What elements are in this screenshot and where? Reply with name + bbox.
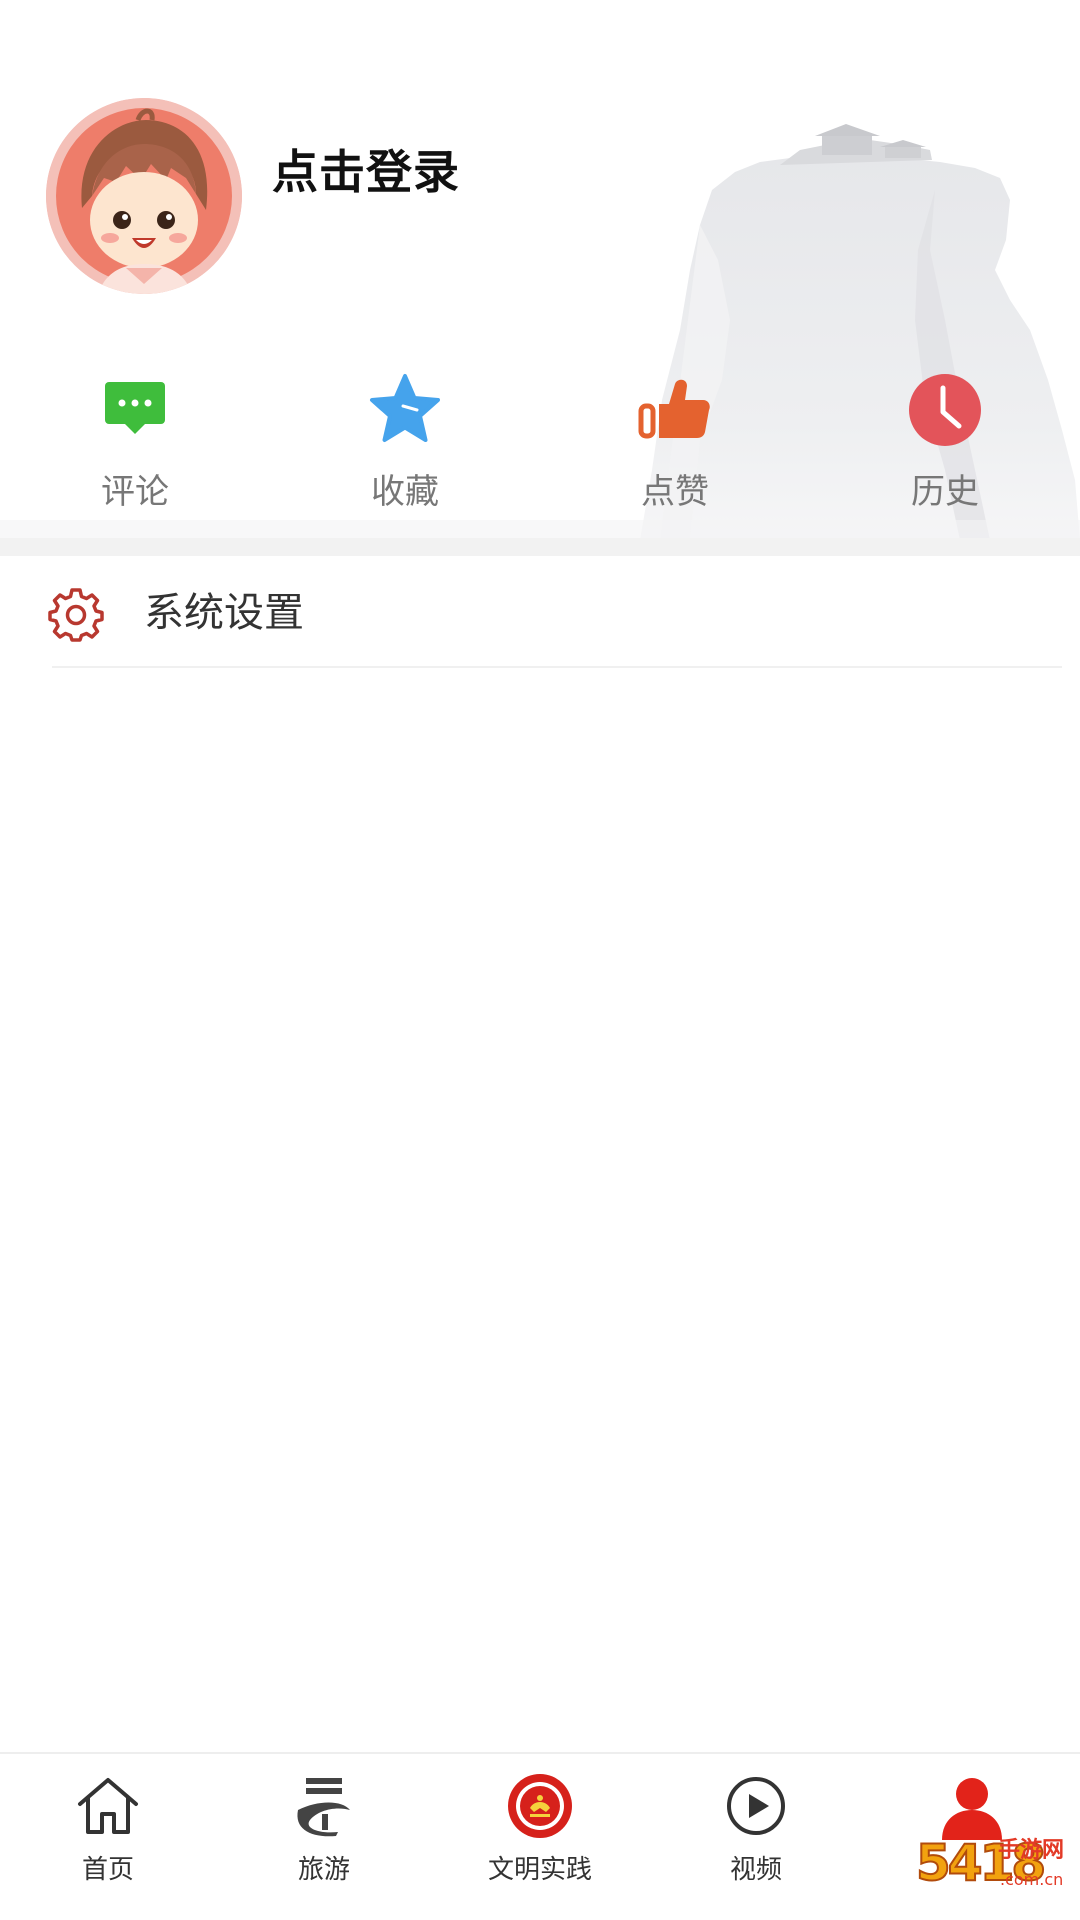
login-prompt[interactable]: 点击登录 — [272, 140, 460, 204]
system-settings-row[interactable]: 系统设置 — [0, 556, 1080, 668]
quick-actions: 评论 收藏 点赞 历史 — [0, 370, 1080, 520]
tab-video[interactable]: 视频 — [648, 1754, 864, 1920]
tab-travel[interactable]: 旅游 — [216, 1754, 432, 1920]
watermark-text: 手游网 — [998, 1838, 1065, 1863]
quick-action-label: 点赞 — [641, 472, 709, 512]
row-divider — [52, 666, 1062, 668]
quick-action-label: 历史 — [911, 472, 979, 512]
tab-label: 文明实践 — [487, 1855, 592, 1885]
site-watermark-logo: 5418 手游网 .com.cn — [912, 1832, 1072, 1904]
quick-action-comments[interactable]: 评论 — [0, 370, 270, 520]
tab-home[interactable]: 首页 — [0, 1754, 216, 1920]
tab-label: 视频 — [729, 1855, 782, 1885]
avatar[interactable] — [46, 98, 242, 294]
quick-action-likes[interactable]: 点赞 — [540, 370, 810, 520]
civilization-badge-icon — [508, 1774, 572, 1838]
comment-icon — [105, 382, 165, 434]
travel-icon — [297, 1778, 350, 1837]
profile-header: 点击登录 评论 收藏 点赞 历史 — [0, 0, 1080, 540]
quick-action-label: 收藏 — [371, 472, 439, 512]
star-icon — [370, 374, 440, 442]
play-icon — [727, 1777, 785, 1835]
gear-icon — [48, 588, 104, 642]
avatar-illustration-icon — [46, 98, 242, 294]
clock-icon — [909, 374, 981, 446]
quick-action-label: 评论 — [101, 472, 169, 512]
quick-action-history[interactable]: 历史 — [810, 370, 1080, 520]
tab-label: 首页 — [81, 1855, 134, 1885]
section-divider — [0, 538, 1080, 556]
watermark-domain: .com.cn — [1000, 1870, 1064, 1889]
home-icon — [78, 1778, 138, 1834]
settings-label: 系统设置 — [144, 590, 304, 636]
tab-label: 旅游 — [297, 1855, 350, 1885]
profile-page: 点击登录 评论 收藏 点赞 历史 系统设置 首页 旅游 文明实践 视频 5418… — [0, 0, 1080, 1920]
quick-action-favorites[interactable]: 收藏 — [270, 370, 540, 520]
thumbs-up-icon — [638, 379, 710, 439]
tab-civilization-practice[interactable]: 文明实践 — [432, 1754, 648, 1920]
